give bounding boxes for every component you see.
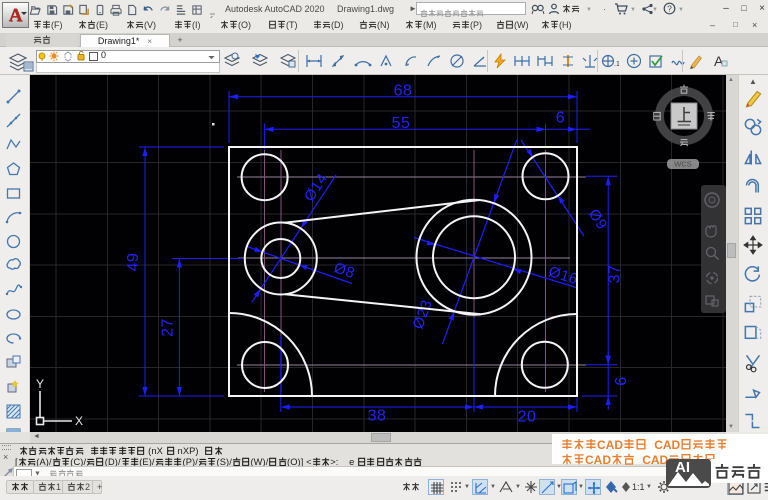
svg-text:Ø14: Ø14 — [301, 170, 332, 204]
svg-text:6: 6 — [556, 110, 565, 127]
svg-text:27: 27 — [160, 318, 177, 337]
svg-text:Ø23: Ø23 — [410, 298, 436, 332]
svg-text:WCS: WCS — [674, 160, 692, 169]
svg-text:Ø9: Ø9 — [585, 206, 611, 233]
svg-text:Ø16: Ø16 — [547, 263, 581, 288]
svg-text:Ø8: Ø8 — [332, 259, 357, 282]
svg-text:20: 20 — [518, 409, 537, 426]
svg-text:68: 68 — [394, 83, 413, 100]
svg-text:X: X — [75, 414, 83, 428]
svg-text:37: 37 — [607, 265, 624, 284]
svg-text:6: 6 — [613, 376, 630, 385]
svg-text:Y: Y — [36, 377, 44, 391]
svg-text:55: 55 — [392, 115, 411, 132]
svg-text:38: 38 — [368, 408, 387, 425]
svg-text:49: 49 — [125, 253, 142, 272]
svg-text:?: ? — [667, 3, 672, 13]
svg-text:.1: .1 — [614, 61, 619, 68]
